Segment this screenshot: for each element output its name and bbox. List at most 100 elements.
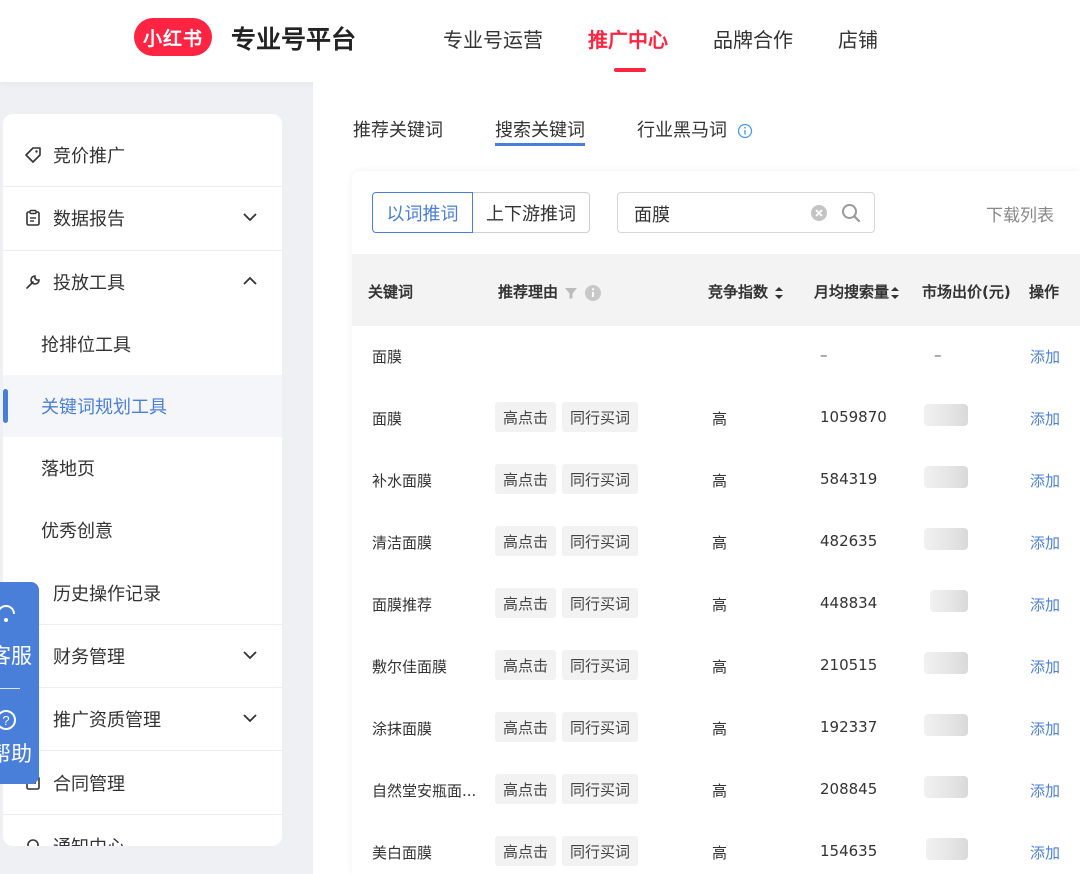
sidebar-item-label: 合同管理 xyxy=(53,774,125,795)
reason-tag: 高点击 xyxy=(495,526,557,556)
competition-cell: 高 xyxy=(712,410,728,428)
sidebar-item-history[interactable]: 历史操作记录 xyxy=(3,562,282,624)
clear-icon[interactable] xyxy=(810,204,828,222)
add-keyword-button[interactable]: 添加 xyxy=(1030,780,1060,801)
sidebar-item-contract[interactable]: 合同管理 xyxy=(3,752,282,814)
add-keyword-button[interactable]: 添加 xyxy=(1030,842,1060,863)
keyword-cell: 面膜 xyxy=(372,410,403,428)
sidebar-item-delivery-tools[interactable]: 投放工具 xyxy=(3,251,282,313)
table-row: 面膜 – – 添加 xyxy=(352,326,1080,388)
add-keyword-button[interactable]: 添加 xyxy=(1030,594,1060,615)
question-icon: ? xyxy=(0,710,16,730)
brand-logo[interactable]: 小红书 xyxy=(134,18,212,56)
chevron-down-icon[interactable] xyxy=(240,645,260,665)
col-label: 推荐理由 xyxy=(498,283,559,301)
blurred-price xyxy=(924,466,968,488)
col-label: 月均搜索量 xyxy=(814,283,890,301)
seg-word-to-word[interactable]: 以词推词 xyxy=(372,192,473,233)
reason-tag: 同行买词 xyxy=(562,712,639,742)
sidebar-item-label: 优秀创意 xyxy=(41,521,113,542)
keyword-cell: 涂抹面膜 xyxy=(372,720,433,738)
col-action: 操作 xyxy=(1029,283,1060,301)
tab-label: 行业黑马词 xyxy=(637,120,727,141)
keyword-cell: 敷尔佳面膜 xyxy=(372,658,448,676)
reason-tag: 高点击 xyxy=(495,836,557,866)
sidebar-subitem-creative[interactable]: 优秀创意 xyxy=(3,499,282,561)
bell-icon xyxy=(23,836,43,846)
add-keyword-button[interactable]: 添加 xyxy=(1030,532,1060,553)
volume-cell: 192337 xyxy=(820,718,878,736)
filter-icon[interactable] xyxy=(563,285,579,301)
nav-store[interactable]: 店铺 xyxy=(838,24,878,53)
volume-cell: 482635 xyxy=(820,532,878,550)
sidebar-item-label: 投放工具 xyxy=(53,273,125,294)
volume-cell: – xyxy=(820,346,828,364)
reason-tag: 同行买词 xyxy=(562,588,639,618)
sidebar-subitem-rank-tool[interactable]: 抢排位工具 xyxy=(3,313,282,375)
add-keyword-button[interactable]: 添加 xyxy=(1030,408,1060,429)
table-row: 清洁面膜 高点击 同行买词 高 482635 添加 xyxy=(352,512,1080,574)
chevron-down-icon[interactable] xyxy=(240,708,260,728)
table-row: 自然堂安瓶面... 高点击 同行买词 高 208845 添加 xyxy=(352,760,1080,822)
col-competition[interactable]: 竞争指数 xyxy=(708,281,785,302)
sidebar-subitem-landing-page[interactable]: 落地页 xyxy=(3,437,282,499)
chevron-up-icon[interactable] xyxy=(240,271,260,291)
col-market-price: 市场出价(元) xyxy=(922,283,1011,301)
keyword-cell: 面膜推荐 xyxy=(372,596,433,614)
tab-recommended-keywords[interactable]: 推荐关键词 xyxy=(353,116,443,142)
tag-icon xyxy=(23,145,43,165)
reason-tag: 高点击 xyxy=(495,774,557,804)
nav-brand-cooperation[interactable]: 品牌合作 xyxy=(713,24,793,53)
competition-cell: 高 xyxy=(712,658,728,676)
sort-icon[interactable] xyxy=(889,285,901,301)
col-monthly-volume[interactable]: 月均搜索量 xyxy=(814,281,901,302)
sidebar-item-notification[interactable]: 通知中心 xyxy=(3,815,282,846)
add-keyword-button[interactable]: 添加 xyxy=(1030,346,1060,367)
help-label[interactable]: 帮助 xyxy=(0,738,32,768)
tab-search-keywords[interactable]: 搜索关键词 xyxy=(495,116,585,142)
floating-help-tab[interactable]: 客服 ? 帮助 xyxy=(0,582,39,784)
seg-upstream-downstream[interactable]: 上下游推词 xyxy=(473,192,590,233)
download-list-button[interactable]: 下载列表 xyxy=(986,201,1054,226)
search-input[interactable]: 面膜 xyxy=(617,192,875,233)
info-icon[interactable] xyxy=(737,123,753,139)
table-row: 敷尔佳面膜 高点击 同行买词 高 210515 添加 xyxy=(352,636,1080,698)
add-keyword-button[interactable]: 添加 xyxy=(1030,470,1060,491)
sidebar-item-data-report[interactable]: 数据报告 xyxy=(3,187,282,249)
blurred-price xyxy=(924,776,968,798)
top-header: 小红书 专业号平台 专业号运营 推广中心 品牌合作 店铺 xyxy=(0,0,1080,82)
table-header: 关键词 推荐理由 竞争指数 月均搜索量 市场出价(元) 操作 xyxy=(352,254,1080,326)
sidebar: 竞价推广 数据报告 投放工具 抢排位工具 关键词规划工具 落地页 优秀创意 历史… xyxy=(3,114,282,846)
keyword-cell: 自然堂安瓶面... xyxy=(372,782,477,800)
tab-industry-darkhorse[interactable]: 行业黑马词 xyxy=(637,116,753,142)
divider xyxy=(0,688,20,689)
tab-active-indicator xyxy=(495,143,585,146)
chevron-down-icon[interactable] xyxy=(240,207,260,227)
sidebar-item-label: 通知中心 xyxy=(53,833,125,846)
add-keyword-button[interactable]: 添加 xyxy=(1030,656,1060,677)
search-icon[interactable] xyxy=(840,202,862,224)
main-content: 推荐关键词 搜索关键词 行业黑马词 以词推词 上下游推词 面膜 下载列表 关键词… xyxy=(313,82,1080,874)
nav-account-ops[interactable]: 专业号运营 xyxy=(443,24,543,53)
info-icon[interactable] xyxy=(584,284,602,302)
sidebar-item-label: 竞价推广 xyxy=(53,146,125,167)
sidebar-item-bidding[interactable]: 竞价推广 xyxy=(3,124,282,186)
sidebar-item-finance[interactable]: 财务管理 xyxy=(3,625,282,687)
nav-promotion-center[interactable]: 推广中心 xyxy=(588,24,668,53)
keyword-cell: 美白面膜 xyxy=(372,844,433,862)
sort-icon[interactable] xyxy=(773,285,785,301)
customer-service-label[interactable]: 客服 xyxy=(0,640,32,670)
add-keyword-button[interactable]: 添加 xyxy=(1030,718,1060,739)
competition-cell: 高 xyxy=(712,720,728,738)
price-cell: – xyxy=(934,346,942,364)
volume-cell: 208845 xyxy=(820,780,878,798)
blurred-price xyxy=(924,528,968,550)
headset-icon xyxy=(0,605,15,622)
reason-tag: 高点击 xyxy=(495,650,557,680)
sidebar-subitem-keyword-planner[interactable]: 关键词规划工具 xyxy=(3,375,282,437)
wrench-icon xyxy=(23,272,43,292)
volume-cell: 154635 xyxy=(820,842,878,860)
keyword-cell: 面膜 xyxy=(372,348,403,366)
sidebar-item-qualification[interactable]: 推广资质管理 xyxy=(3,688,282,750)
search-value[interactable]: 面膜 xyxy=(634,201,670,227)
